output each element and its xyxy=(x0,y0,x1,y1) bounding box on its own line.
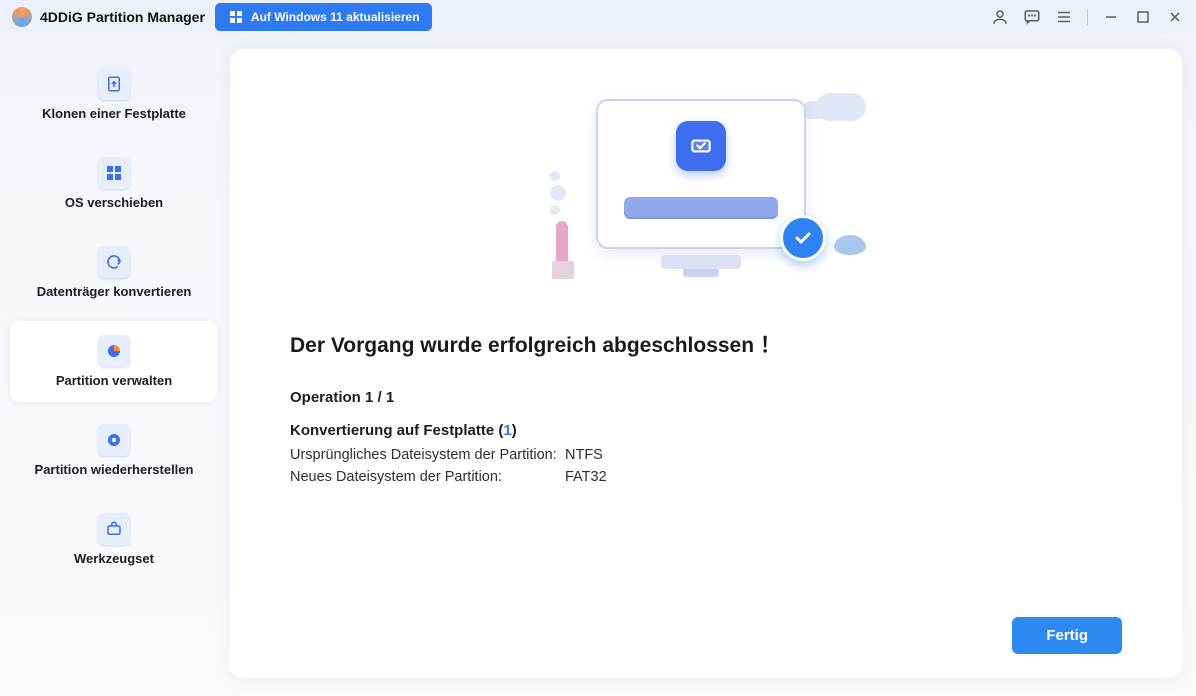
main-panel: Der Vorgang wurde erfolgreich abgeschlos… xyxy=(230,49,1182,678)
titlebar: 4DDiG Partition Manager Auf Windows 11 a… xyxy=(0,0,1196,34)
feedback-icon[interactable] xyxy=(1023,8,1041,26)
monitor-graphic xyxy=(596,99,806,249)
drive-icon xyxy=(676,121,726,171)
success-illustration xyxy=(536,89,876,299)
conversion-disk-number: 1 xyxy=(503,422,511,439)
detail-label: Neues Dateisystem der Partition: xyxy=(290,467,565,489)
detail-value: FAT32 xyxy=(565,467,607,489)
windows-icon xyxy=(227,8,245,26)
plant-graphic xyxy=(546,219,576,279)
bird-graphic xyxy=(834,235,866,255)
sidebar-item-migrate-os[interactable]: OS verschieben xyxy=(10,143,218,224)
recover-partition-icon xyxy=(98,424,130,456)
sidebar-item-label: OS verschieben xyxy=(18,195,210,210)
detail-value: NTFS xyxy=(565,445,603,467)
conversion-prefix: Konvertierung auf Festplatte ( xyxy=(290,422,503,439)
sidebar-item-recover-partition[interactable]: Partition wiederherstellen xyxy=(10,410,218,491)
decoration-dots xyxy=(550,167,566,219)
menu-icon[interactable] xyxy=(1055,8,1073,26)
toolkit-icon xyxy=(98,513,130,545)
finish-button[interactable]: Fertig xyxy=(1012,617,1122,654)
detail-row: Neues Dateisystem der Partition: FAT32 xyxy=(290,467,1122,489)
sidebar-item-clone-disk[interactable]: Klonen einer Festplatte xyxy=(10,54,218,135)
update-windows-button[interactable]: Auf Windows 11 aktualisieren xyxy=(215,3,432,31)
checkmark-badge-icon xyxy=(780,215,826,261)
titlebar-right xyxy=(991,8,1184,26)
close-button[interactable] xyxy=(1166,8,1184,26)
account-icon[interactable] xyxy=(991,8,1009,26)
manage-partition-icon xyxy=(98,335,130,367)
maximize-button[interactable] xyxy=(1134,8,1152,26)
app-logo-icon xyxy=(12,7,32,27)
content: Klonen einer Festplatte OS verschieben D… xyxy=(0,34,1196,696)
sidebar-item-label: Partition wiederherstellen xyxy=(18,462,210,477)
sidebar-item-label: Datenträger konvertieren xyxy=(18,284,210,299)
app-title: 4DDiG Partition Manager xyxy=(40,9,205,25)
sidebar-item-convert-disk[interactable]: Datenträger konvertieren xyxy=(10,232,218,313)
sidebar-item-label: Partition verwalten xyxy=(18,373,210,388)
conversion-heading: Konvertierung auf Festplatte (1) xyxy=(290,422,1122,439)
convert-disk-icon xyxy=(98,246,130,278)
detail-row: Ursprüngliches Dateisystem der Partition… xyxy=(290,445,1122,467)
cloud-icon xyxy=(816,93,866,121)
titlebar-divider xyxy=(1087,9,1088,25)
migrate-os-icon xyxy=(98,157,130,189)
finish-button-label: Fertig xyxy=(1046,627,1088,644)
detail-label: Ursprüngliches Dateisystem der Partition… xyxy=(290,445,565,467)
sidebar-item-toolkit[interactable]: Werkzeugset xyxy=(10,499,218,580)
sidebar: Klonen einer Festplatte OS verschieben D… xyxy=(0,34,228,696)
clone-icon xyxy=(98,68,130,100)
success-title: Der Vorgang wurde erfolgreich abgeschlos… xyxy=(290,329,1122,359)
sidebar-item-manage-partition[interactable]: Partition verwalten xyxy=(10,321,218,402)
sidebar-item-label: Klonen einer Festplatte xyxy=(18,106,210,121)
progress-bar-graphic xyxy=(624,197,778,219)
minimize-button[interactable] xyxy=(1102,8,1120,26)
update-windows-label: Auf Windows 11 aktualisieren xyxy=(251,10,420,24)
conversion-suffix: ) xyxy=(512,422,517,439)
sidebar-item-label: Werkzeugset xyxy=(18,551,210,566)
operation-heading: Operation 1 / 1 xyxy=(290,389,1122,406)
